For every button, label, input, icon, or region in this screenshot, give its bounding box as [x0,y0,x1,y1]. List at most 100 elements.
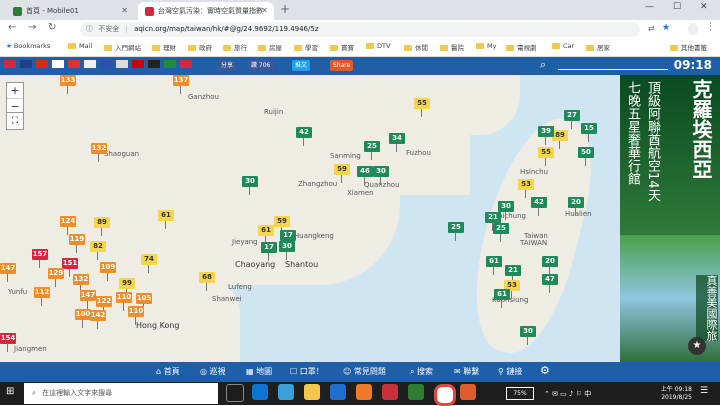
aqi-marker[interactable]: 30 [242,176,258,195]
bookmark-item[interactable]: 醫院 [440,42,464,52]
aqi-marker[interactable]: 89 [94,217,110,236]
aqi-marker[interactable]: 15 [581,123,597,142]
flag-icon[interactable] [20,60,32,68]
aqi-marker[interactable]: 110 [128,306,144,325]
bookmark-item[interactable]: Mail [68,42,92,50]
bookmark-item[interactable]: 政府 [188,42,212,52]
bookmark-item[interactable]: 入門網站 [104,42,141,52]
aqi-marker[interactable]: 109 [100,262,116,281]
aqi-marker[interactable]: 132 [73,274,89,293]
aqi-marker[interactable]: 27 [564,110,580,129]
explorer-icon[interactable] [304,384,320,400]
aqi-marker[interactable]: 30 [373,166,389,185]
aqi-marker[interactable]: 61 [158,210,174,229]
maximize-icon[interactable]: ☐ [673,2,681,12]
search-icon[interactable]: ⌕ [540,58,546,72]
tweet-button[interactable]: 推文 [292,60,311,71]
taskbar-date[interactable]: 2019/8/25 [652,394,692,401]
bookmark-item[interactable]: 居家 [586,42,610,52]
minimize-icon[interactable]: — [645,2,654,12]
aqi-marker[interactable]: 105 [136,293,152,312]
task-view-icon[interactable] [226,384,244,402]
aqi-marker[interactable]: 34 [389,133,405,152]
share-button[interactable]: Share [330,60,354,71]
aqi-marker[interactable]: 147 [0,263,16,282]
aqi-marker[interactable]: 157 [32,249,48,268]
bookmark-item[interactable]: 電視劇 [506,42,537,52]
bookmark-item[interactable]: 房屋 [258,42,282,52]
bookmark-item[interactable]: 旅行 [223,42,247,52]
aqi-marker[interactable]: 20 [568,197,584,216]
flag-icon[interactable] [36,60,48,68]
translate-icon[interactable]: ⇄ [648,24,655,33]
aqi-marker[interactable]: 142 [90,310,106,329]
bookmark-item[interactable]: 寶寶 [330,42,354,52]
nav-contact[interactable]: ✉ 聯繫 [454,366,479,377]
nav-mask[interactable]: ☐ 口罩！ [290,366,324,377]
tray-icons[interactable]: ⌃ ✉ ▭ ♪ ⚐ 中 [544,389,591,399]
close-window-icon[interactable]: ✕ [700,2,708,12]
taskbar-time[interactable]: 上午 09:18 [652,384,692,393]
settings-gear-icon[interactable]: ⚙ [540,364,550,377]
fb-share-button[interactable]: 分享 [218,60,237,71]
aqi-marker[interactable]: 50 [578,147,594,166]
aqi-marker[interactable]: 25 [364,141,380,160]
aqi-marker[interactable]: 30 [279,241,295,260]
nav-patrol[interactable]: ◎ 巡視 [200,366,226,377]
profile-icon[interactable] [688,23,698,35]
aqi-marker[interactable]: 20 [542,256,558,275]
aqi-marker[interactable]: 132 [91,143,107,162]
close-tab-icon[interactable]: ✕ [261,2,268,20]
aqi-marker[interactable]: 124 [60,216,76,235]
aqi-marker[interactable]: 154 [0,333,16,352]
aqi-marker[interactable]: 55 [414,98,430,117]
aqi-marker[interactable]: 68 [199,272,215,291]
battery-indicator[interactable]: 75% [506,387,534,400]
aqi-marker[interactable]: 21 [505,265,521,284]
aqi-marker[interactable]: 110 [116,292,132,311]
app-icon[interactable] [460,384,476,400]
app-icon[interactable] [382,384,398,400]
back-icon[interactable]: ← [8,22,16,33]
flag-icon[interactable] [84,60,96,68]
aqi-marker[interactable]: 30 [520,326,536,345]
close-tab-icon[interactable]: ✕ [121,2,128,20]
aqi-marker[interactable]: 42 [531,197,547,216]
aqi-marker[interactable]: 151 [62,258,78,277]
flag-icon[interactable] [100,60,112,68]
aqi-marker[interactable]: 25 [448,222,464,241]
reload-icon[interactable]: ↻ [48,22,56,33]
new-tab-button[interactable]: + [280,2,290,16]
aqi-marker[interactable]: 61 [258,225,274,244]
aqi-marker[interactable]: 53 [518,179,534,198]
notification-icon[interactable]: ☰ [700,386,708,396]
forward-icon[interactable]: → [28,22,36,33]
aqi-marker[interactable]: 21 [485,212,501,231]
aqi-marker[interactable]: 112 [34,287,50,306]
bookmark-item[interactable]: ★ Bookmarks [6,42,50,50]
nav-home[interactable]: ⌂ 首頁 [156,366,180,377]
flag-icon[interactable] [116,60,128,68]
fullscreen-button[interactable]: ⛶ [6,112,24,130]
flag-icon[interactable] [68,60,80,68]
menu-icon[interactable]: ⋮ [706,22,715,32]
bookmark-item[interactable]: 休閒 [404,42,428,52]
aqi-marker[interactable]: 133 [60,75,76,94]
aqi-marker[interactable]: 99 [119,278,135,297]
taskbar-search-input[interactable]: ⌕ 在這裡輸入文字來搜尋 [24,383,218,404]
aqi-marker[interactable]: 17 [261,242,277,261]
aqi-marker[interactable]: 59 [274,216,290,235]
nav-faq[interactable]: ☺ 常見問題 [343,366,386,377]
nav-map[interactable]: ▦ 地圖 [246,366,272,377]
aqi-marker[interactable]: 129 [48,268,64,287]
nav-search[interactable]: ⌕ 搜索 [410,366,433,377]
mail-icon[interactable] [330,384,346,400]
flag-icon[interactable] [180,60,192,68]
aqi-marker[interactable]: 39 [538,126,554,145]
zoom-in-button[interactable]: + [7,83,23,98]
bookmark-item[interactable]: Car [552,42,574,50]
aqi-marker[interactable]: 122 [96,296,112,315]
aqi-marker[interactable]: 74 [141,254,157,273]
store-icon[interactable] [278,384,294,400]
fb-like-button[interactable]: 讚 706 [248,60,274,71]
